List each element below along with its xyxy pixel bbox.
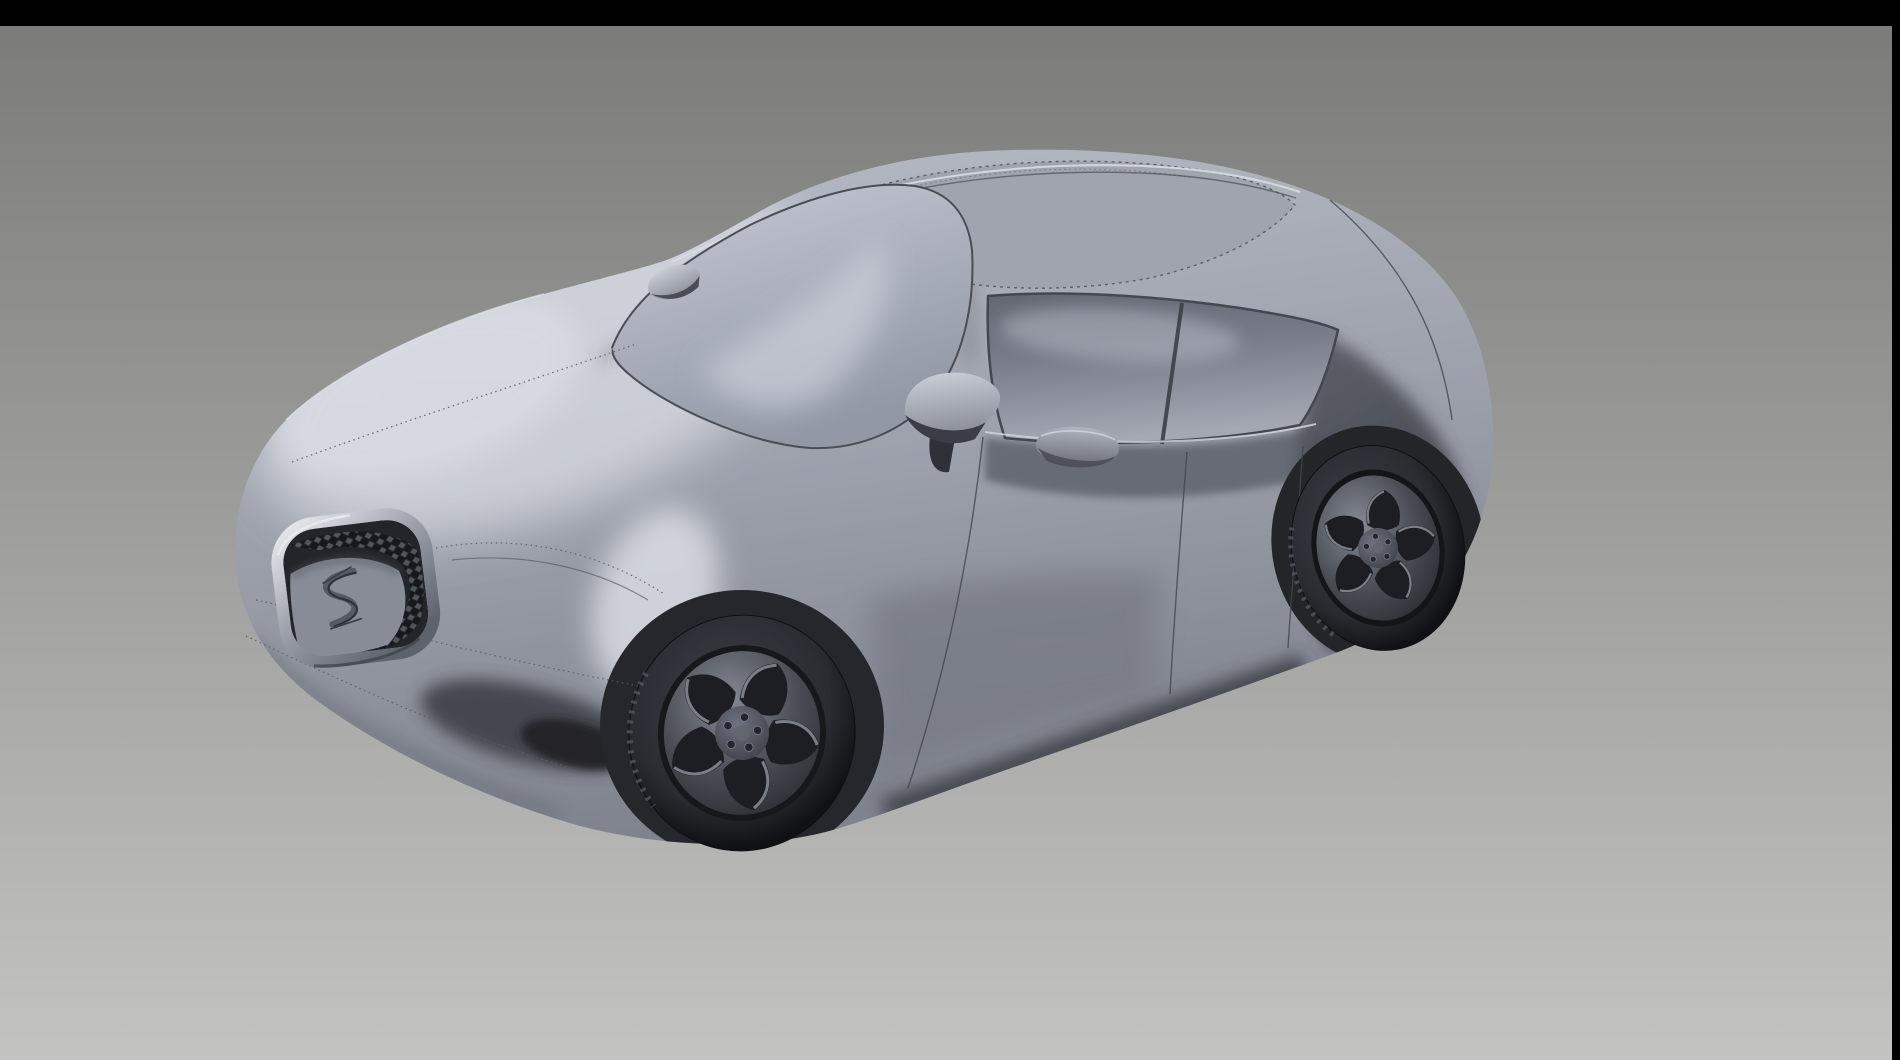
viewport-3d[interactable] xyxy=(0,26,1892,1060)
application-window xyxy=(0,0,1900,1060)
right-letterbox-bar xyxy=(1892,0,1900,1060)
front-grille xyxy=(272,507,439,672)
top-letterbox-bar xyxy=(0,0,1900,26)
render-canvas[interactable] xyxy=(0,26,1892,1060)
